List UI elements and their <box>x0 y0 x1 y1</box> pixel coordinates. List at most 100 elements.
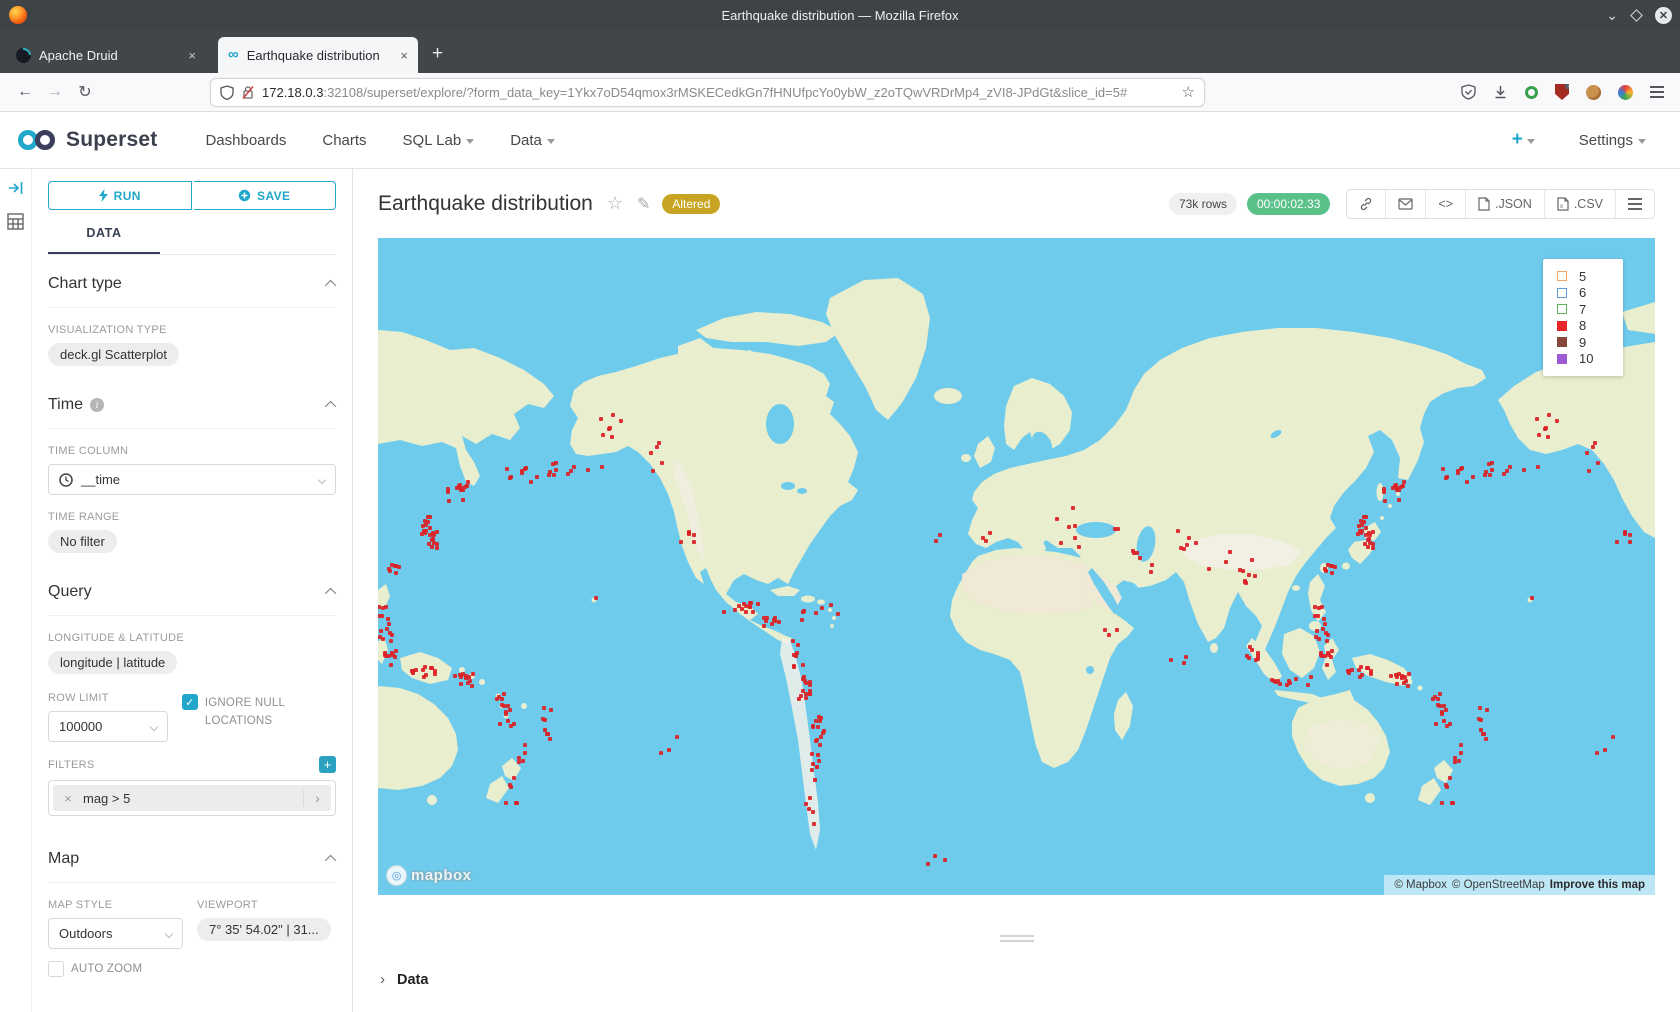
earthquake-point[interactable] <box>461 488 465 492</box>
row-limit-select[interactable]: 100000 <box>48 711 168 742</box>
back-button[interactable]: ← <box>10 83 40 101</box>
earthquake-point[interactable] <box>1555 419 1559 423</box>
earthquake-point[interactable] <box>386 617 390 621</box>
earthquake-point[interactable] <box>459 675 463 679</box>
earthquake-point[interactable] <box>1322 617 1326 621</box>
earthquake-point[interactable] <box>420 532 424 536</box>
earthquake-point[interactable] <box>1395 682 1399 686</box>
earthquake-point[interactable] <box>1547 413 1551 417</box>
earthquake-point[interactable] <box>1357 524 1361 528</box>
earthquake-point[interactable] <box>1184 655 1188 659</box>
earthquake-point[interactable] <box>1471 475 1475 479</box>
new-item-button[interactable]: + <box>1512 129 1535 151</box>
earthquake-point[interactable] <box>822 729 826 733</box>
earthquake-point[interactable] <box>1465 480 1469 484</box>
earthquake-point[interactable] <box>1323 622 1327 626</box>
legend-item[interactable]: 6 <box>1557 285 1623 302</box>
earthquake-point[interactable] <box>1522 468 1526 472</box>
earthquake-point[interactable] <box>619 419 623 423</box>
earthquake-point[interactable] <box>813 778 817 782</box>
earthquake-point[interactable] <box>600 465 604 469</box>
earthquake-point[interactable] <box>1459 743 1463 747</box>
earthquake-point[interactable] <box>610 435 614 439</box>
earthquake-point[interactable] <box>1169 658 1173 662</box>
earthquake-point[interactable] <box>751 610 755 614</box>
earthquake-point[interactable] <box>802 675 806 679</box>
earthquake-point[interactable] <box>1585 451 1589 455</box>
earthquake-point[interactable] <box>543 728 547 732</box>
earthquake-point[interactable] <box>1431 697 1435 701</box>
earthquake-point[interactable] <box>1253 574 1257 578</box>
earthquake-point[interactable] <box>384 605 388 609</box>
earthquake-point[interactable] <box>748 601 752 605</box>
earthquake-point[interactable] <box>1182 547 1186 551</box>
earthquake-point[interactable] <box>1294 677 1298 681</box>
earthquake-point[interactable] <box>819 716 823 720</box>
earthquake-point[interactable] <box>502 692 506 696</box>
earthquake-point[interactable] <box>1628 540 1632 544</box>
download-icon[interactable] <box>1493 84 1508 100</box>
earthquake-point[interactable] <box>453 674 457 678</box>
earthquake-point[interactable] <box>804 802 808 806</box>
earthquake-point[interactable] <box>414 668 418 672</box>
earthquake-point[interactable] <box>1535 417 1539 421</box>
earthquake-point[interactable] <box>1537 433 1541 437</box>
earthquake-point[interactable] <box>756 602 760 606</box>
earthquake-point[interactable] <box>500 697 504 701</box>
bookmark-star-icon[interactable]: ☆ <box>1182 83 1195 101</box>
edit-properties-icon[interactable]: ✎ <box>637 194 650 214</box>
earthquake-point[interactable] <box>517 760 521 764</box>
earthquake-point[interactable] <box>1314 635 1318 639</box>
earthquake-point[interactable] <box>811 810 815 814</box>
earthquake-point[interactable] <box>1366 538 1370 542</box>
earthquake-point[interactable] <box>607 427 611 431</box>
earthquake-point[interactable] <box>1440 801 1444 805</box>
earthquake-point[interactable] <box>433 669 437 673</box>
earthquake-point[interactable] <box>804 696 808 700</box>
earthquake-point[interactable] <box>1441 467 1445 471</box>
earthquake-point[interactable] <box>1113 527 1117 531</box>
earthquake-point[interactable] <box>762 624 766 628</box>
earthquake-point[interactable] <box>801 610 805 614</box>
earthquake-point[interactable] <box>611 413 615 417</box>
earthquake-point[interactable] <box>660 461 664 465</box>
earthquake-point[interactable] <box>508 708 512 712</box>
earthquake-point[interactable] <box>1371 530 1375 534</box>
earthquake-point[interactable] <box>1247 573 1251 577</box>
earthquake-point[interactable] <box>811 724 815 728</box>
earthquake-point[interactable] <box>504 712 508 716</box>
earthquake-point[interactable] <box>820 606 824 610</box>
earthquake-point[interactable] <box>1543 427 1547 431</box>
earthquake-point[interactable] <box>384 654 388 658</box>
earthquake-point[interactable] <box>675 735 679 739</box>
earthquake-point[interactable] <box>549 708 553 712</box>
section-query[interactable]: Query <box>48 563 336 616</box>
earthquake-point[interactable] <box>470 684 474 688</box>
legend-item[interactable]: 8 <box>1557 318 1623 335</box>
export-csv-button[interactable]: x .CSV <box>1545 190 1616 218</box>
earthquake-point[interactable] <box>1073 536 1077 540</box>
attribution-improve-link[interactable]: Improve this map <box>1550 879 1645 891</box>
earthquake-point[interactable] <box>515 801 519 805</box>
earthquake-point[interactable] <box>692 540 696 544</box>
earthquake-point[interactable] <box>543 718 547 722</box>
chevron-right-icon[interactable]: › <box>303 790 331 806</box>
time-range-value[interactable]: No filter <box>48 530 117 553</box>
earthquake-point[interactable] <box>1359 519 1363 523</box>
earthquake-point[interactable] <box>1445 724 1449 728</box>
earthquake-point[interactable] <box>722 610 726 614</box>
earthquake-point[interactable] <box>1389 674 1393 678</box>
earthquake-point[interactable] <box>791 639 795 643</box>
filter-pill[interactable]: × mag > 5 › <box>53 785 331 811</box>
earthquake-point[interactable] <box>1603 748 1607 752</box>
url-bar[interactable]: 172.18.0.3:32108/superset/explore/?form_… <box>210 78 1205 107</box>
earthquake-point[interactable] <box>385 627 389 631</box>
earthquake-point[interactable] <box>770 622 774 626</box>
earthquake-point[interactable] <box>1224 560 1228 564</box>
remove-filter-icon[interactable]: × <box>53 791 83 806</box>
earthquake-point[interactable] <box>1479 728 1483 732</box>
earthquake-point[interactable] <box>803 679 807 683</box>
earthquake-point[interactable] <box>926 862 930 866</box>
pinwheel-extension-icon[interactable] <box>1618 85 1633 100</box>
run-button[interactable]: RUN <box>48 181 192 210</box>
